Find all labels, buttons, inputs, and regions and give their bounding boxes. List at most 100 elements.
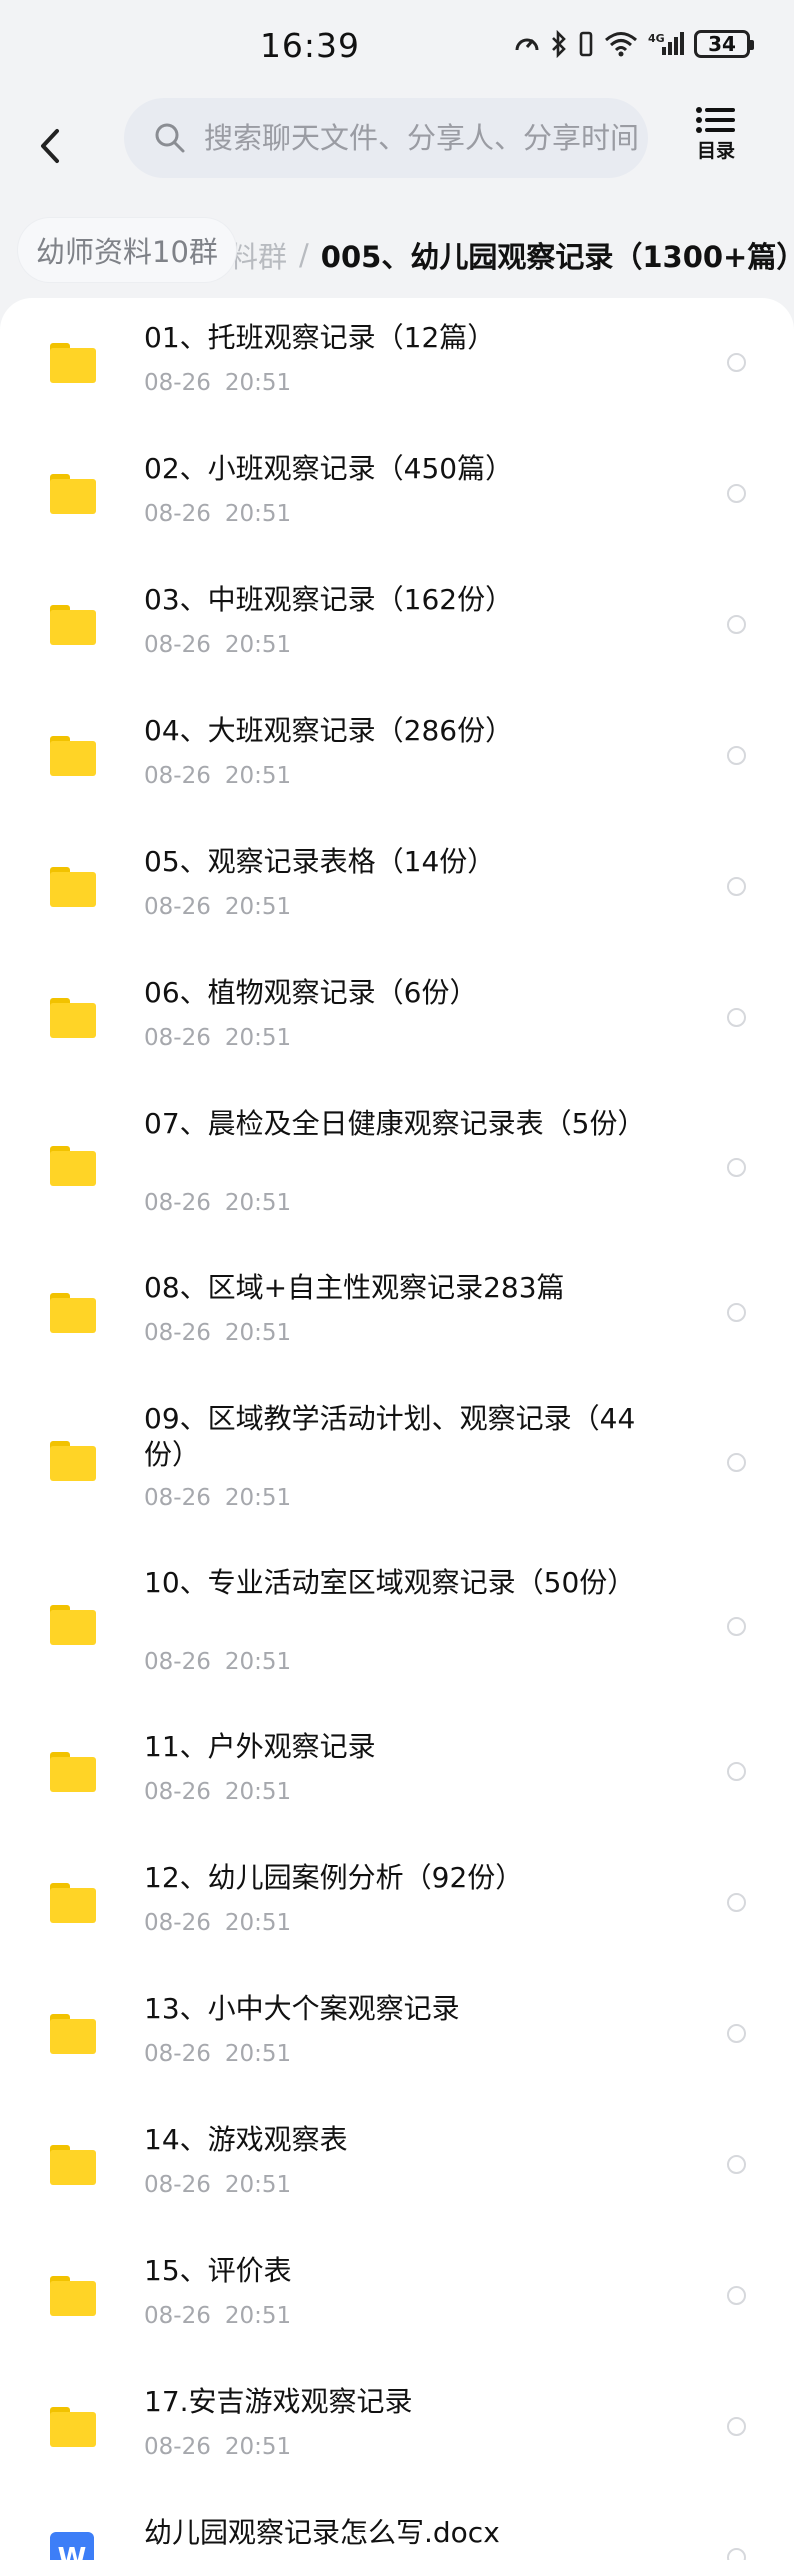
folder-item[interactable]: 08、区域+自主性观察记录283篇 08-26 20:51	[0, 1248, 794, 1379]
search-input[interactable]	[204, 121, 644, 155]
item-meta: 08-26 20:51	[144, 1910, 291, 1936]
select-radio[interactable]	[727, 2024, 746, 2043]
chevron-left-icon	[41, 129, 59, 163]
folder-icon	[50, 1146, 96, 1186]
folder-item[interactable]: 13、小中大个案观察记录 08-26 20:51	[0, 1969, 794, 2100]
select-radio[interactable]	[727, 1303, 746, 1322]
folder-item[interactable]: 03、中班观察记录（162份） 08-26 20:51	[0, 560, 794, 691]
folder-icon	[50, 2014, 96, 2054]
folder-icon	[50, 1441, 96, 1481]
folder-item[interactable]: 11、户外观察记录 08-26 20:51	[0, 1707, 794, 1838]
status-bar: 16:39 4G 34	[0, 0, 794, 92]
item-date: 08-26	[144, 1025, 211, 1051]
select-radio[interactable]	[727, 484, 746, 503]
select-radio[interactable]	[727, 2286, 746, 2305]
item-meta: 08-26 20:51	[144, 2303, 291, 2329]
select-radio[interactable]	[727, 2155, 746, 2174]
item-name: 01、托班观察记录（12篇）	[144, 321, 496, 354]
folder-item[interactable]: 07、晨检及全日健康观察记录表（5份） 08-26 20:51	[0, 1084, 794, 1248]
select-radio[interactable]	[727, 1617, 746, 1636]
item-name: 05、观察记录表格（14份）	[144, 845, 496, 878]
toc-button[interactable]: 目录	[686, 106, 746, 178]
item-name: 08、区域+自主性观察记录283篇	[144, 1271, 565, 1304]
select-radio[interactable]	[727, 615, 746, 634]
item-date: 08-26	[144, 1320, 211, 1346]
item-meta: 08-26 20:51	[144, 501, 291, 527]
select-radio[interactable]	[727, 1008, 746, 1027]
folder-item[interactable]: 06、植物观察记录（6份） 08-26 20:51	[0, 953, 794, 1084]
item-time: 20:51	[224, 501, 292, 527]
select-radio[interactable]	[727, 1453, 746, 1472]
item-name: 03、中班观察记录（162份）	[144, 583, 514, 616]
breadcrumb-current: 005、幼儿园观察记录（1300+篇）	[320, 240, 794, 274]
item-name: 15、评价表	[144, 2254, 292, 2287]
select-radio[interactable]	[727, 353, 746, 372]
item-meta: 08-26 20:51	[144, 2434, 291, 2460]
item-time: 20:51	[224, 2172, 292, 2198]
folder-item[interactable]: 01、托班观察记录（12篇） 08-26 20:51	[0, 298, 794, 429]
item-time: 20:51	[224, 1779, 292, 1805]
folder-item[interactable]: 04、大班观察记录（286份） 08-26 20:51	[0, 691, 794, 822]
folder-icon	[50, 736, 96, 776]
item-meta: 08-26 20:51	[144, 1025, 291, 1051]
item-name: 12、幼儿园案例分析（92份）	[144, 1861, 524, 1894]
item-time: 20:51	[224, 370, 292, 396]
folder-icon	[50, 474, 96, 514]
item-time: 20:51	[224, 894, 292, 920]
item-meta: 08-26 20:51	[144, 2172, 291, 2198]
item-name: 09、区域教学活动计划、观察记录（44份）	[144, 1402, 636, 1471]
select-radio[interactable]	[727, 1762, 746, 1781]
item-meta: 08-26 20:51	[144, 1190, 291, 1216]
search-box[interactable]	[124, 98, 648, 178]
item-time: 20:51	[224, 1025, 292, 1051]
folder-item[interactable]: 12、幼儿园案例分析（92份） 08-26 20:51	[0, 1838, 794, 1969]
battery-indicator: 34	[694, 30, 754, 58]
folder-icon	[50, 867, 96, 907]
folder-item[interactable]: 10、专业活动室区域观察记录（50份） 08-26 20:51	[0, 1543, 794, 1707]
folder-item[interactable]: 14、游戏观察表 08-26 20:51	[0, 2100, 794, 2231]
item-meta: 08-26 20:51	[144, 763, 291, 789]
item-time: 20:51	[224, 763, 292, 789]
word-doc-icon: W	[50, 2532, 94, 2560]
toc-label: 目录	[696, 140, 735, 162]
breadcrumb: 幼师资料10群 资料群 / 005、幼儿园观察记录（1300+篇）	[0, 212, 794, 288]
item-meta: 08-26 20:51	[144, 1320, 291, 1346]
folder-item[interactable]: 02、小班观察记录（450篇） 08-26 20:51	[0, 429, 794, 560]
folder-item[interactable]: 15、评价表 08-26 20:51	[0, 2231, 794, 2362]
item-time: 20:51	[224, 2303, 292, 2329]
select-radio[interactable]	[727, 1158, 746, 1177]
item-meta: 08-26 20:51	[144, 2041, 291, 2067]
svg-text:4G: 4G	[648, 32, 665, 45]
item-date: 08-26	[144, 894, 211, 920]
item-date: 08-26	[144, 2041, 211, 2067]
folder-icon	[50, 2276, 96, 2316]
item-date: 08-26	[144, 1649, 211, 1675]
select-radio[interactable]	[727, 877, 746, 896]
item-name: 06、植物观察记录（6份）	[144, 976, 478, 1009]
item-date: 08-26	[144, 763, 211, 789]
item-date: 08-26	[144, 1485, 211, 1511]
item-meta: 08-26 20:51	[144, 1779, 291, 1805]
folder-icon	[50, 1605, 96, 1645]
select-radio[interactable]	[727, 746, 746, 765]
folder-icon	[50, 343, 96, 383]
back-button[interactable]	[30, 118, 70, 174]
item-date: 08-26	[144, 2172, 211, 2198]
item-date: 08-26	[144, 501, 211, 527]
select-radio[interactable]	[727, 1893, 746, 1912]
folder-item[interactable]: 05、观察记录表格（14份） 08-26 20:51	[0, 822, 794, 953]
item-time: 20:51	[224, 2434, 292, 2460]
item-name: 13、小中大个案观察记录	[144, 1992, 460, 2025]
item-name: 11、户外观察记录	[144, 1730, 376, 1763]
search-icon	[155, 123, 185, 153]
select-radio[interactable]	[727, 2548, 746, 2560]
item-date: 08-26	[144, 2303, 211, 2329]
item-meta: 08-26 20:51	[144, 632, 291, 658]
folder-item[interactable]: 17.安吉游戏观察记录 08-26 20:51	[0, 2362, 794, 2493]
folder-item[interactable]: 09、区域教学活动计划、观察记录（44份） 08-26 20:51	[0, 1379, 794, 1543]
breadcrumb-root[interactable]: 幼师资料10群	[18, 218, 236, 282]
status-icons: 4G 34	[514, 30, 754, 58]
file-item[interactable]: W幼儿园观察记录怎么写.docx08-2620:5123.84KB	[0, 2493, 794, 2560]
select-radio[interactable]	[727, 2417, 746, 2436]
folder-icon	[50, 2145, 96, 2185]
